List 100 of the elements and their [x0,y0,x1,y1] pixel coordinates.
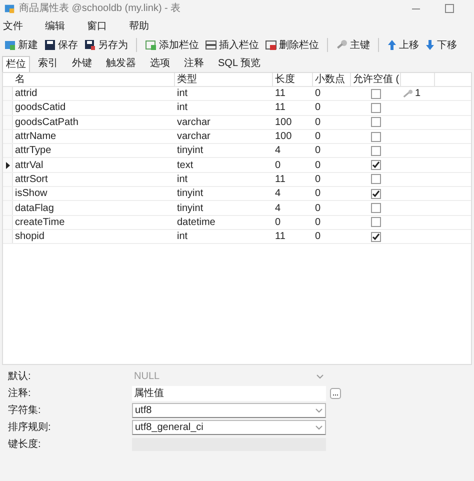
delete-column-icon [265,39,277,51]
property-label: 字符集: [8,404,42,418]
table-cell-text: goodsCatPath [14,116,80,130]
menu-item[interactable]: 编辑 [45,18,65,34]
table-cell-text: 4 [274,144,282,158]
table-cell-text: attrName [14,130,58,144]
select-field[interactable]: utf8_general_ci [132,420,326,435]
checkbox[interactable] [371,117,381,128]
table-cell-text: datetime [176,216,216,230]
tab[interactable]: 触发器 [100,56,142,72]
chevron-down-icon [315,425,323,430]
table-cell-text: 11 [274,87,286,102]
table-cell-text: attrVal [14,158,44,173]
menu-item[interactable]: 帮助 [129,18,149,34]
table-cell-text: 100 [274,116,293,130]
table-cell-text: 0 [314,216,322,230]
menu-item[interactable]: 文件 [3,18,23,34]
table-cell-text: 0 [274,158,282,173]
toolbar-button[interactable]: 插入栏位 [204,38,260,52]
toolbar-button[interactable]: 保存 [43,38,79,52]
table-cell-text: tinyint [176,187,204,202]
menu-item[interactable]: 窗口 [87,18,107,34]
select-field[interactable]: utf8 [132,403,326,418]
floppy-icon [44,39,56,51]
checkbox[interactable] [371,88,381,99]
checkbox[interactable] [371,146,381,156]
checkbox[interactable] [371,160,381,170]
property-label: 排序规则: [8,420,52,435]
key-order: 1 [415,87,421,102]
comment-field[interactable]: 属性值 [132,386,326,401]
tab[interactable]: 注释 [178,56,210,72]
table-cell-text: isShow [14,187,48,202]
table-cell-text: int [176,87,189,102]
table-cell-text: 0 [314,202,322,216]
tab[interactable]: SQL 预览 [212,56,266,72]
table-cell-text: 0 [314,187,322,202]
checkbox[interactable] [371,232,381,242]
table-cell-text: attrType [14,144,52,158]
table-cell-text: 0 [314,87,322,102]
insert-column-icon [205,39,217,51]
arrow-up-icon [387,39,397,51]
table-cell-text: 4 [274,202,282,216]
checkbox[interactable] [371,102,381,113]
toolbar-button[interactable]: 下移 [424,38,458,52]
table-cell-text: createTime [14,216,66,230]
key-icon [403,89,413,98]
table-cell-text: 0 [314,116,322,130]
maximize-icon[interactable] [445,4,454,13]
table-cell-text: int [176,172,189,187]
table-cell-text: attrSort [14,172,49,187]
tab[interactable]: 外键 [66,56,98,72]
checkbox[interactable] [371,203,381,214]
table-cell-text: 0 [314,144,322,158]
chevron-down-icon [315,408,323,413]
property-label: 默认: [8,370,32,384]
tab[interactable]: 栏位 [2,56,30,72]
table-cell-text: 4 [274,187,282,202]
column-header[interactable]: 名 [13,73,175,86]
table-icon [4,39,16,51]
column-header[interactable]: 小数点 [313,73,351,86]
table-cell-text: 100 [274,130,293,144]
table-cell-text: 0 [314,172,322,187]
checkbox[interactable] [371,174,381,184]
table-cell-text: text [176,158,194,173]
tab[interactable]: 选项 [144,56,176,72]
checkbox[interactable] [371,188,381,199]
tab[interactable]: 索引 [32,56,64,72]
column-header[interactable]: 类型 [175,73,273,86]
toolbar-button[interactable]: 另存为 [83,38,129,52]
toolbar-button[interactable]: 新建 [3,38,39,52]
property-label: 键长度: [8,438,42,452]
checkbox[interactable] [371,217,381,228]
toolbar-button[interactable]: 上移 [386,38,420,52]
table-cell-text: 11 [274,230,286,244]
floppy-icon [84,39,96,51]
table-cell-text: 0 [274,216,282,230]
table-cell-text: varchar [176,130,212,144]
column-header[interactable]: 长度 [273,73,313,86]
table-cell-text: 11 [274,172,286,187]
key-icon [336,39,348,51]
toolbar-button[interactable]: 添加栏位 [144,38,200,52]
column-header[interactable]: 允许空值 ( [351,73,401,86]
table-cell-text: 0 [314,158,322,173]
table-cell-text: 0 [314,230,322,244]
table-cell-text: goodsCatid [14,101,67,116]
property-label: 注释: [8,386,32,401]
table-cell-text: tinyint [176,144,204,158]
table-cell-text: varchar [176,116,212,130]
row-indicator[interactable] [3,158,13,172]
checkbox[interactable] [371,132,381,142]
table-cell-text: 0 [314,101,322,116]
add-column-icon [145,39,157,51]
arrow-down-icon [425,39,435,51]
table-cell-text: 11 [274,101,286,116]
ellipsis-button[interactable] [330,388,341,399]
table-icon [4,3,15,14]
table-cell-text: dataFlag [14,202,55,216]
table-cell-text: 0 [314,130,322,144]
toolbar-button[interactable]: 主键 [335,38,371,52]
toolbar-button[interactable]: 删除栏位 [264,38,320,52]
